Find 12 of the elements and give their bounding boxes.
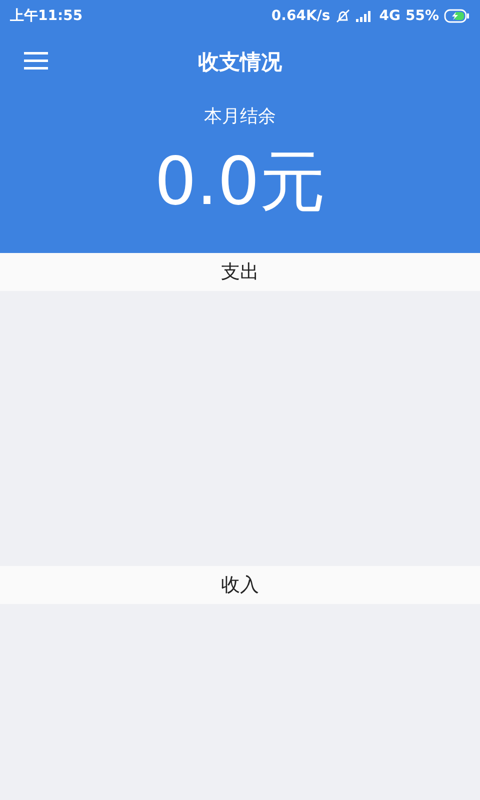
- battery-percent: 55%: [405, 8, 439, 24]
- battery-icon: [444, 9, 470, 23]
- section-header: 收入: [0, 566, 480, 604]
- section-header: 支出: [0, 253, 480, 291]
- mute-icon: [335, 9, 352, 23]
- network-type: 4G: [379, 8, 400, 24]
- status-time: 上午11:55: [10, 7, 83, 25]
- network-speed: 0.64K/s: [271, 8, 330, 24]
- page-title: 收支情况: [198, 49, 282, 76]
- balance-amount: 0.0元: [154, 142, 326, 222]
- balance-label: 本月结余: [203, 105, 277, 128]
- menu-button[interactable]: [24, 52, 48, 70]
